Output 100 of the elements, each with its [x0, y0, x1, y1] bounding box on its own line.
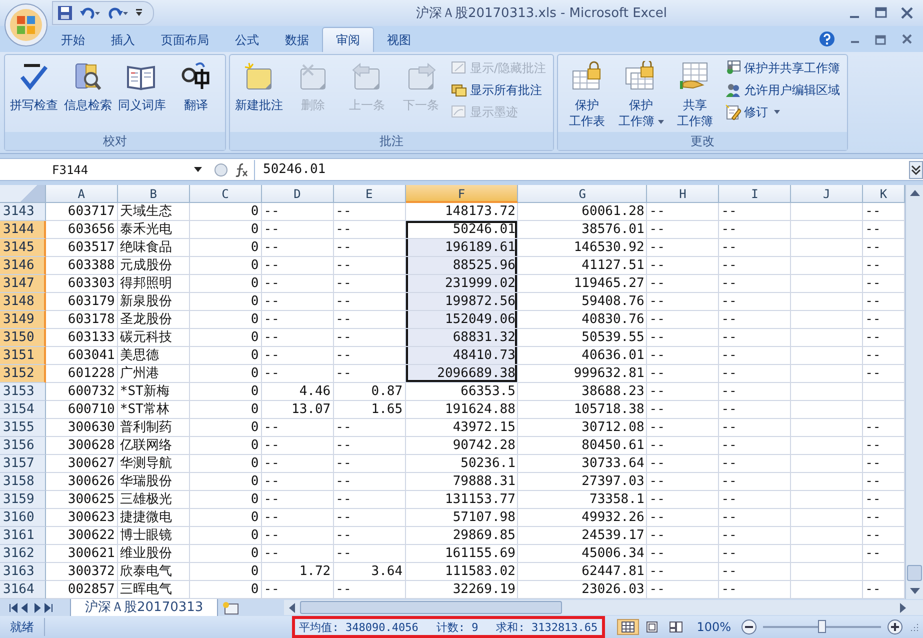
column-header[interactable]: C — [190, 185, 262, 204]
column-header[interactable]: B — [118, 185, 190, 204]
sheet-tab[interactable]: 沪深Ａ股20170313 — [70, 598, 218, 617]
close-icon[interactable] — [901, 7, 913, 20]
table-cell: -- — [262, 491, 334, 510]
table-cell: 1.65 — [334, 401, 406, 420]
splitter-handle-icon[interactable] — [214, 162, 228, 177]
slider-thumb[interactable] — [818, 620, 826, 634]
ribbon-button[interactable]: 共享 工作簿 — [669, 59, 722, 132]
ribbon-button[interactable]: 信息检索 — [62, 59, 114, 132]
table-cell: -- — [647, 509, 720, 528]
row-header[interactable]: 3157 — [0, 455, 46, 474]
help-icon[interactable] — [819, 31, 835, 48]
column-header[interactable]: D — [262, 185, 334, 204]
column-header[interactable]: A — [46, 185, 118, 204]
insert-sheet-icon[interactable] — [222, 600, 240, 615]
ribbon-tab[interactable]: 公式 — [222, 28, 272, 52]
scroll-down-icon[interactable] — [910, 587, 920, 596]
customize-caret-icon[interactable] — [135, 8, 143, 18]
name-box[interactable]: F3144 — [0, 160, 208, 180]
row-header[interactable]: 3163 — [0, 563, 46, 582]
column-header[interactable]: F — [406, 185, 518, 204]
ribbon-button[interactable]: 翻译 — [170, 59, 222, 132]
row-header[interactable]: 3161 — [0, 527, 46, 546]
table-cell: 999632.81 — [518, 365, 648, 384]
row-header[interactable]: 3147 — [0, 275, 46, 294]
column-header[interactable]: K — [863, 185, 906, 204]
row-header[interactable]: 3149 — [0, 311, 46, 330]
scroll-right-icon[interactable] — [899, 602, 907, 613]
row-header[interactable]: 3143 — [0, 203, 46, 222]
row-header[interactable]: 3164 — [0, 581, 46, 600]
row-header[interactable]: 3158 — [0, 473, 46, 492]
horizontal-scrollbar[interactable] — [284, 600, 923, 616]
insert-function-icon[interactable] — [234, 162, 248, 177]
resize-grip-icon[interactable] — [909, 622, 919, 632]
ribbon-button[interactable]: 允许用户编辑区域 — [725, 81, 844, 100]
save-icon[interactable] — [57, 5, 73, 22]
table-cell: 603178 — [46, 311, 118, 330]
row-header[interactable]: 3151 — [0, 347, 46, 366]
scroll-up-icon[interactable] — [910, 189, 920, 198]
ribbon-tab[interactable]: 审阅 — [322, 27, 374, 52]
ribbon-button[interactable]: 保护 工作表 — [561, 59, 614, 132]
table-cell: -- — [719, 311, 792, 330]
table-cell: 603179 — [46, 293, 118, 312]
row-header[interactable]: 3156 — [0, 437, 46, 456]
ribbon-button[interactable]: 同义词库 — [116, 59, 168, 132]
table-cell: 天域生态 — [118, 203, 190, 222]
restore-icon[interactable] — [875, 33, 887, 46]
table-cell: 57107.98 — [406, 509, 518, 528]
table-cell: -- — [719, 257, 792, 276]
ribbon-button[interactable]: 拼写检查 — [8, 59, 60, 132]
view-button[interactable] — [616, 619, 639, 636]
row-header[interactable]: 3154 — [0, 401, 46, 420]
row-header[interactable]: 3144 — [0, 221, 46, 240]
table-cell: -- — [647, 257, 720, 276]
ribbon-button[interactable]: 保护并共享工作簿 — [725, 59, 844, 78]
vertical-scrollbar[interactable] — [905, 185, 923, 600]
zoom-level[interactable]: 100% — [692, 620, 735, 634]
table-cell: 0 — [190, 275, 262, 294]
scrollbar-thumb[interactable] — [907, 565, 922, 582]
redo-icon[interactable] — [107, 5, 129, 22]
table-cell: 300630 — [46, 419, 118, 438]
ribbon-button[interactable]: 保护 工作簿 — [615, 59, 668, 132]
row-header[interactable]: 3155 — [0, 419, 46, 438]
formula-field[interactable]: 50246.01 — [254, 160, 903, 180]
row-header[interactable]: 3162 — [0, 545, 46, 564]
row-header[interactable]: 3153 — [0, 383, 46, 402]
row-header[interactable]: 3160 — [0, 509, 46, 528]
column-header[interactable]: I — [719, 185, 792, 204]
ribbon-tab[interactable]: 视图 — [374, 28, 424, 52]
row-header[interactable]: 3148 — [0, 293, 46, 312]
row-header[interactable]: 3159 — [0, 491, 46, 510]
zoom-out-icon[interactable] — [741, 619, 757, 636]
expand-icon[interactable] — [909, 160, 923, 179]
ribbon-tab[interactable]: 开始 — [48, 28, 98, 52]
maximize-icon[interactable] — [875, 7, 887, 20]
row-header[interactable]: 3152 — [0, 365, 46, 384]
close-icon[interactable] — [901, 33, 913, 46]
scroll-left-icon[interactable] — [288, 602, 296, 613]
dropdown-caret-icon[interactable] — [194, 166, 202, 173]
ribbon-tab[interactable]: 页面布局 — [148, 28, 222, 52]
column-header[interactable]: G — [518, 185, 648, 204]
table-cell: -- — [262, 239, 334, 258]
column-header[interactable]: H — [647, 185, 720, 204]
scrollbar-thumb[interactable] — [300, 601, 562, 614]
ribbon-tab[interactable]: 数据 — [272, 28, 322, 52]
ribbon-button[interactable]: 修订 — [725, 103, 844, 122]
column-header[interactable]: J — [791, 185, 864, 204]
table-cell: 维业股份 — [118, 545, 190, 564]
zoom-in-icon[interactable] — [887, 619, 903, 636]
row-header[interactable]: 3150 — [0, 329, 46, 348]
undo-icon[interactable] — [79, 5, 101, 22]
table-cell: 161155.69 — [406, 545, 518, 564]
row-header[interactable]: 3145 — [0, 239, 46, 258]
ribbon-button[interactable]: 显示所有批注 — [451, 81, 550, 100]
column-header[interactable]: E — [334, 185, 406, 204]
ribbon-button[interactable]: 新建批注 — [233, 59, 285, 132]
ribbon-tab[interactable]: 插入 — [98, 28, 148, 52]
table-cell: -- — [334, 293, 406, 312]
row-header[interactable]: 3146 — [0, 257, 46, 276]
